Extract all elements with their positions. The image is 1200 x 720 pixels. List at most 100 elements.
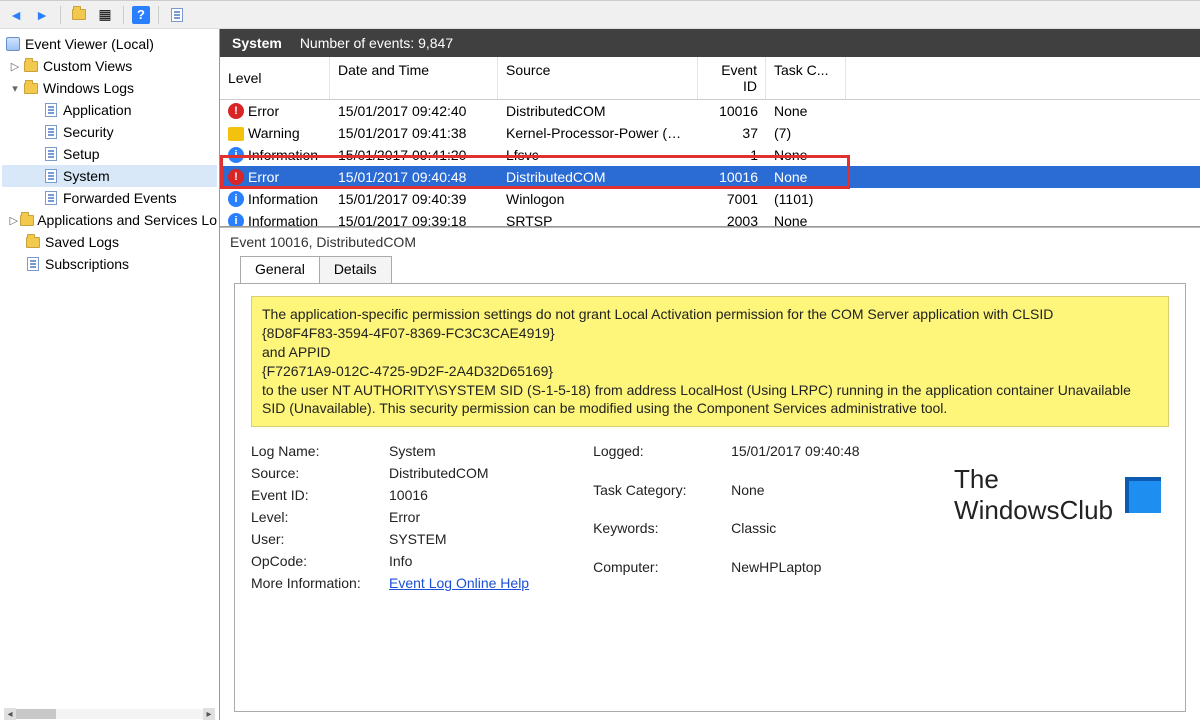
cell-level: Error [248, 169, 279, 185]
log-icon [45, 103, 57, 117]
label-computer: Computer: [593, 559, 723, 592]
cell-event-id: 10016 [698, 169, 766, 185]
expand-icon[interactable]: ▷ [8, 60, 22, 73]
expand-icon[interactable]: ▷ [8, 214, 19, 227]
tree-label: Saved Logs [45, 234, 119, 250]
folder-icon [24, 61, 38, 72]
event-row[interactable]: Warning15/01/2017 09:41:38Kernel-Process… [220, 122, 1200, 144]
tree-log-forwarded[interactable]: Forwarded Events [2, 187, 217, 209]
window-icon [171, 8, 183, 22]
message-line: to the user NT AUTHORITY\SYSTEM SID (S-1… [262, 381, 1158, 419]
tree-apps-services[interactable]: ▷ Applications and Services Lo [2, 209, 217, 231]
value-logged: 15/01/2017 09:40:48 [731, 443, 859, 476]
cell-date: 15/01/2017 09:40:48 [330, 169, 498, 185]
tree-label: System [63, 168, 110, 184]
value-event-id: 10016 [389, 487, 529, 503]
event-list: Level Date and Time Source Event ID Task… [220, 57, 1200, 227]
label-opcode: OpCode: [251, 553, 381, 569]
cell-date: 15/01/2017 09:41:38 [330, 125, 498, 141]
cell-level: Error [248, 103, 279, 119]
cell-source: Winlogon [498, 191, 698, 207]
info-icon: i [228, 147, 244, 163]
link-more-info[interactable]: Event Log Online Help [389, 575, 529, 591]
cell-date: 15/01/2017 09:41:20 [330, 147, 498, 163]
event-row[interactable]: !Error 15/01/2017 09:40:48DistributedCOM1… [220, 166, 1200, 188]
forward-button[interactable]: ► [32, 5, 52, 25]
cell-source: SRTSP [498, 213, 698, 226]
tree-log-system[interactable]: System [2, 165, 217, 187]
watermark-logo-icon [1125, 477, 1161, 513]
error-icon: ! [228, 169, 244, 185]
label-level: Level: [251, 509, 381, 525]
navigation-tree: Event Viewer (Local) ▷ Custom Views ▾ Wi… [0, 29, 220, 720]
label-logged: Logged: [593, 443, 723, 476]
cell-event-id: 7001 [698, 191, 766, 207]
properties-button[interactable]: ▦ [95, 5, 115, 25]
tree-subscriptions[interactable]: Subscriptions [2, 253, 217, 275]
label-user: User: [251, 531, 381, 547]
tab-details[interactable]: Details [319, 256, 392, 283]
warning-icon [228, 125, 244, 141]
message-line: {F72671A9-012C-4725-9D2F-2A4D32D65169} [262, 362, 1158, 381]
tree-label: Setup [63, 146, 100, 162]
back-button[interactable]: ◄ [6, 5, 26, 25]
value-user: SYSTEM [389, 531, 529, 547]
watermark-line2: WindowsClub [954, 495, 1113, 526]
cell-event-id: 1 [698, 147, 766, 163]
watermark-line1: The [954, 464, 1113, 495]
tree-log-application[interactable]: Application [2, 99, 217, 121]
cell-task: (1101) [766, 191, 846, 207]
cell-task: None [766, 169, 846, 185]
tree-log-security[interactable]: Security [2, 121, 217, 143]
tree-label: Application [63, 102, 132, 118]
event-row[interactable]: iInformation15/01/2017 09:39:18SRTSP2003… [220, 210, 1200, 226]
folder-icon [72, 9, 86, 20]
cell-date: 15/01/2017 09:42:40 [330, 103, 498, 119]
cell-source: DistributedCOM [498, 169, 698, 185]
label-event-id: Event ID: [251, 487, 381, 503]
scroll-left-icon[interactable]: ◂ [4, 708, 16, 720]
collapse-icon[interactable]: ▾ [8, 82, 22, 95]
cell-source: DistributedCOM [498, 103, 698, 119]
event-row[interactable]: iInformation15/01/2017 09:41:20Lfsvc1Non… [220, 144, 1200, 166]
cell-event-id: 2003 [698, 213, 766, 226]
tree-label: Applications and Services Lo [37, 212, 217, 228]
value-keywords: Classic [731, 520, 859, 553]
value-source: DistributedCOM [389, 465, 529, 481]
tab-general[interactable]: General [240, 256, 320, 283]
cell-date: 15/01/2017 09:39:18 [330, 213, 498, 226]
event-row[interactable]: !Error15/01/2017 09:42:40DistributedCOM1… [220, 100, 1200, 122]
content-pane: System Number of events: 9,847 Level Dat… [220, 29, 1200, 720]
tree-root[interactable]: Event Viewer (Local) [2, 33, 217, 55]
col-task[interactable]: Task C... [766, 57, 846, 99]
tree-windows-logs[interactable]: ▾ Windows Logs [2, 77, 217, 99]
col-date[interactable]: Date and Time [330, 57, 498, 99]
col-level[interactable]: Level [220, 57, 330, 99]
tree-label: Subscriptions [45, 256, 129, 272]
col-event-id[interactable]: Event ID [698, 57, 766, 99]
subscriptions-icon [27, 257, 39, 271]
new-window-button[interactable] [167, 5, 187, 25]
scroll-thumb[interactable] [16, 709, 56, 719]
col-source[interactable]: Source [498, 57, 698, 99]
label-keywords: Keywords: [593, 520, 723, 553]
event-row[interactable]: iInformation15/01/2017 09:40:39Winlogon7… [220, 188, 1200, 210]
label-log-name: Log Name: [251, 443, 381, 459]
tree-log-setup[interactable]: Setup [2, 143, 217, 165]
log-icon [45, 147, 57, 161]
help-button[interactable]: ? [132, 6, 150, 24]
tree-custom-views[interactable]: ▷ Custom Views [2, 55, 217, 77]
cell-level: Information [248, 147, 318, 163]
scroll-right-icon[interactable]: ▸ [203, 708, 215, 720]
cell-task: None [766, 103, 846, 119]
message-line: {8D8F4F83-3594-4F07-8369-FC3C3CAE4919} [262, 324, 1158, 343]
tree-saved-logs[interactable]: Saved Logs [2, 231, 217, 253]
cell-task: (7) [766, 125, 846, 141]
sidebar-scrollbar[interactable]: ◂ ▸ [4, 708, 215, 720]
info-icon: i [228, 191, 244, 207]
log-icon [45, 191, 57, 205]
up-button[interactable] [69, 5, 89, 25]
value-computer: NewHPLaptop [731, 559, 859, 592]
folder-icon [20, 215, 34, 226]
tree-label: Security [63, 124, 114, 140]
